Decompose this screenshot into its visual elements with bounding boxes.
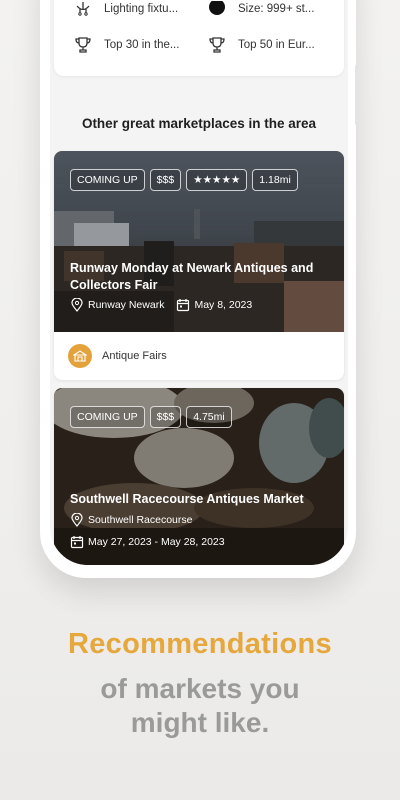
promo-subtitle-line2: might like. [130,707,270,738]
calendar-icon [176,298,190,312]
feature-lighting-label: Lighting fixtu... [104,3,179,15]
market-card-newark[interactable]: COMING UP $$$ ★★★★★ 1.18mi Runway Monday… [54,151,344,380]
promo-subtitle: of markets you might like. [0,672,400,740]
feature-lighting: Lighting fixtu... [74,0,178,18]
trophy-icon [208,36,226,54]
phone-side-button [355,65,358,125]
feature-top30: Top 30 in the... [74,36,179,54]
chandelier-icon [74,0,92,18]
tag-list: COMING UP $$$ 4.75mi [70,406,232,428]
rating-badge: ★★★★★ [186,169,248,191]
section-title: Other great marketplaces in the area [81,116,317,131]
market-title: Runway Monday at Newark Antiques and Col… [70,261,314,292]
tag-list: COMING UP $$$ ★★★★★ 1.18mi [70,169,298,191]
distance-badge: 1.18mi [252,169,298,191]
feature-top50: Top 50 in Eur... [208,36,315,54]
location-pin-icon [70,298,84,312]
status-badge: COMING UP [70,406,145,428]
size-dot-icon [208,0,226,18]
market-category[interactable]: Antique Fairs [54,332,344,379]
market-location: Runway Newark [88,299,165,311]
distance-badge: 4.75mi [186,406,232,428]
antique-fair-icon [68,343,92,368]
market-date-row: May 27, 2023 - May 28, 2023 [70,535,225,549]
trophy-icon [74,36,92,54]
promo-subtitle-line1: of markets you [100,673,300,704]
market-meta: Runway Newark May 8, 2023 [70,298,252,312]
feature-size: Size: 999+ st... [208,0,314,18]
price-badge: $$$ [149,406,182,428]
calendar-icon [70,535,84,549]
market-photo-newark: COMING UP $$$ ★★★★★ 1.18mi Runway Monday… [54,151,344,332]
market-title: Southwell Racecourse Antiques Market [70,492,304,506]
market-date: May 27, 2023 - May 28, 2023 [88,536,225,548]
app-screen: Lighting fixtu... Size: 999+ st... Top 3… [50,0,348,565]
promo-headline: Recommendations [68,628,332,660]
features-card: Lighting fixtu... Size: 999+ st... Top 3… [54,0,344,76]
feature-size-label: Size: 999+ st... [238,3,315,15]
location-pin-icon [70,513,84,527]
market-date: May 8, 2023 [194,299,253,311]
market-location-row: Southwell Racecourse [70,513,192,527]
status-badge: COMING UP [70,169,145,191]
category-label: Antique Fairs [102,349,167,362]
market-photo-southwell: COMING UP $$$ 4.75mi Southwell Racecours… [54,388,344,565]
feature-top30-label: Top 30 in the... [104,39,180,51]
market-location: Southwell Racecourse [88,514,193,526]
price-badge: $$$ [149,169,182,191]
feature-top50-label: Top 50 in Eur... [238,39,315,51]
market-card-southwell[interactable]: COMING UP $$$ 4.75mi Southwell Racecours… [54,388,344,565]
